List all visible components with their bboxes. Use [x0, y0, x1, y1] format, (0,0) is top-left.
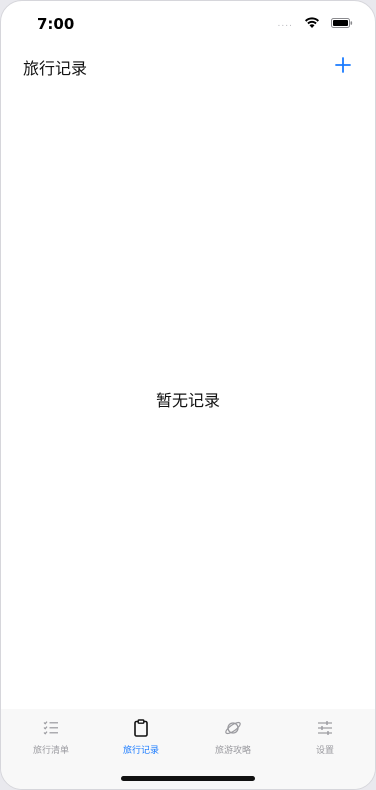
empty-state-message: 暂无记录: [155, 391, 220, 410]
tab-settings[interactable]: 设置: [285, 719, 365, 765]
tab-label: 旅游攻略: [214, 746, 251, 756]
status-bar: 7:00 ....: [1, 1, 375, 47]
tab-bar: 旅行清单 旅行记录 旅游攻略 设置: [1, 709, 375, 789]
plus-icon: [335, 57, 351, 73]
navigation-bar: 旅行记录: [1, 47, 375, 87]
status-time: 7:00: [37, 15, 75, 33]
checklist-icon: [43, 721, 58, 735]
clipboard-icon: [134, 719, 148, 737]
wifi-icon: [305, 17, 319, 28]
tab-travel-guides[interactable]: 旅游攻略: [193, 719, 273, 765]
battery-icon: [331, 18, 353, 28]
sliders-icon: [318, 721, 332, 735]
signal-icon: ....: [277, 19, 293, 29]
planet-icon: [225, 721, 241, 735]
tab-label: 旅行记录: [122, 746, 159, 756]
tab-label: 设置: [315, 746, 334, 756]
add-record-button[interactable]: [329, 51, 357, 79]
tab-travel-checklist[interactable]: 旅行清单: [11, 719, 91, 765]
tab-label: 旅行清单: [32, 746, 69, 756]
phone-screen: 7:00 .... 旅行记录 暂无记录 旅行清单 旅行记录 旅游攻略 设置: [0, 0, 376, 790]
tab-travel-records[interactable]: 旅行记录: [101, 719, 181, 765]
home-indicator[interactable]: [121, 776, 255, 781]
page-title: 旅行记录: [23, 59, 88, 78]
